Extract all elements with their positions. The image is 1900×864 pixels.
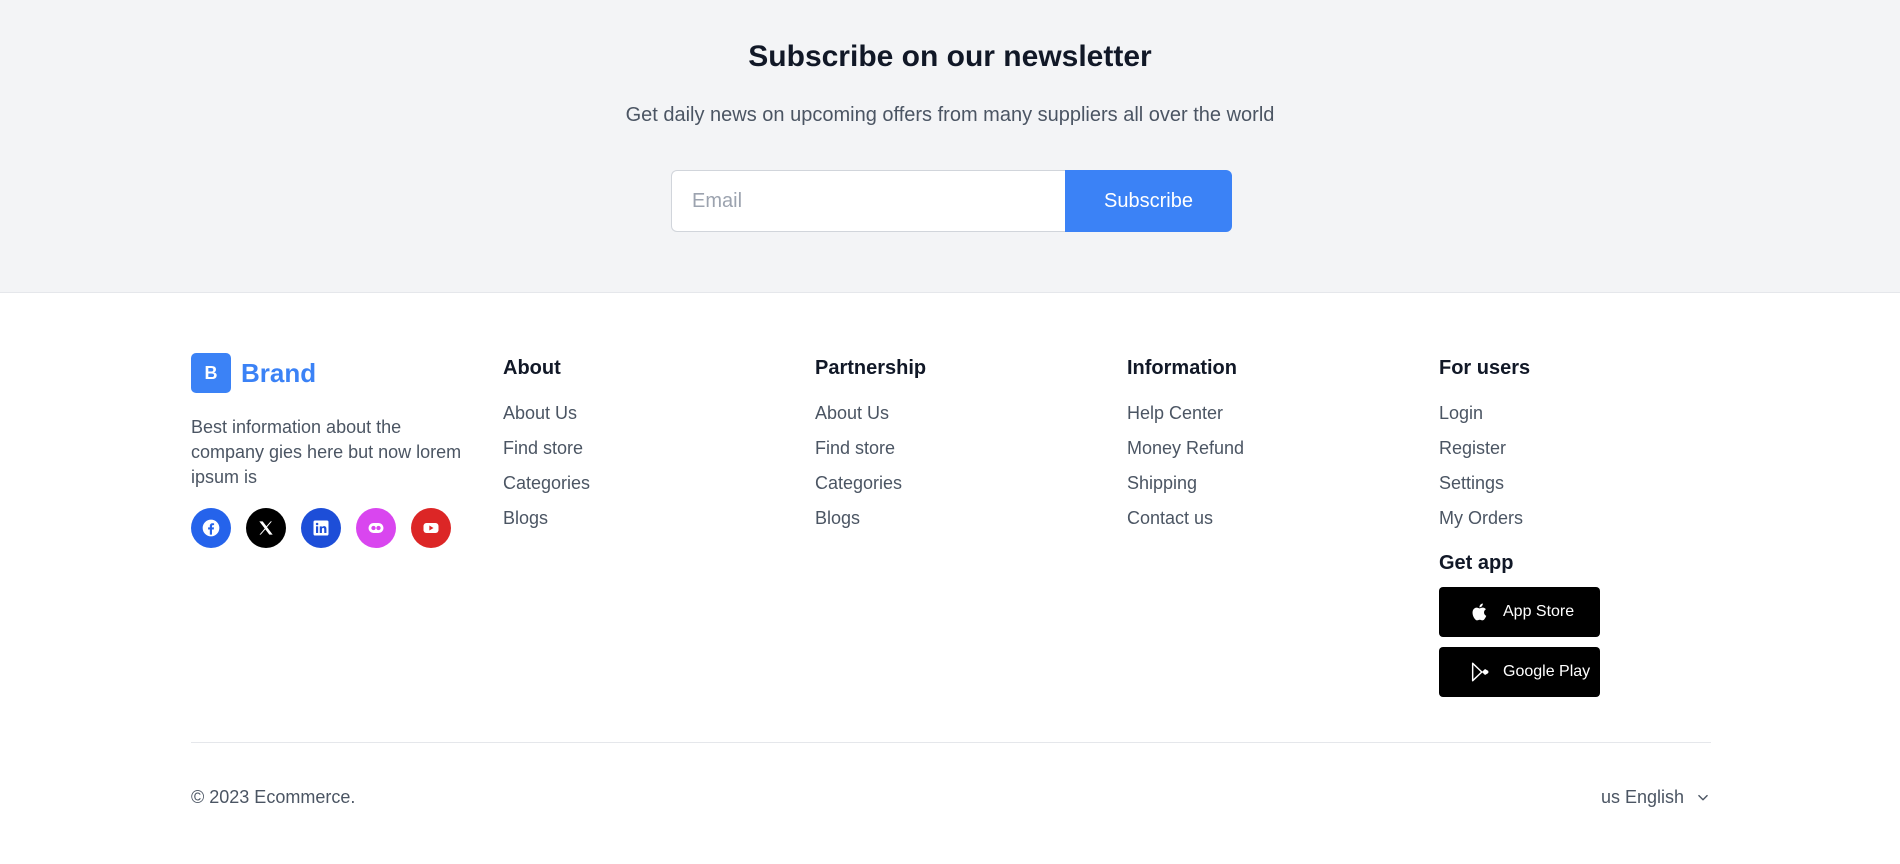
language-selector[interactable]: us English (1601, 787, 1710, 808)
facebook-icon (202, 519, 220, 537)
brand-description: Best information about the company gies … (191, 417, 462, 487)
email-input[interactable] (671, 170, 1065, 232)
youtube-link[interactable] (411, 508, 451, 548)
footer-link[interactable]: Help Center (1127, 402, 1407, 437)
google-play-label: Google Play (1503, 663, 1591, 680)
footer-column-information: Information Help Center Money Refund Shi… (1127, 357, 1407, 542)
apple-icon (1472, 603, 1487, 621)
newsletter-subtitle: Get daily news on upcoming offers from m… (625, 104, 1275, 126)
google-play-icon (1471, 662, 1489, 682)
column-title: Information (1127, 357, 1237, 379)
footer-link[interactable]: Find store (815, 437, 1095, 472)
footer-link[interactable]: Find store (503, 437, 783, 472)
youtube-icon (423, 523, 439, 533)
subscribe-button[interactable]: Subscribe (1065, 170, 1232, 232)
column-title: About (503, 357, 561, 379)
footer-link[interactable]: Login (1439, 402, 1719, 437)
footer-link[interactable]: My Orders (1439, 507, 1719, 542)
brand-logo-link[interactable]: B Brand (191, 353, 471, 393)
footer-link[interactable]: Blogs (503, 507, 783, 542)
copyright-text: © 2023 Ecommerce. (191, 787, 356, 807)
footer-column-for-users: For users Login Register Settings My Ord… (1439, 357, 1719, 697)
linkedin-icon (313, 520, 329, 536)
footer-link[interactable]: Money Refund (1127, 437, 1407, 472)
x-icon (259, 521, 273, 535)
footer-link[interactable]: About Us (503, 402, 783, 437)
google-play-button[interactable]: Google Play (1439, 647, 1600, 697)
footer-divider (191, 742, 1711, 743)
footer-link[interactable]: Contact us (1127, 507, 1407, 542)
brand-column: B Brand Best information about the compa… (191, 353, 471, 548)
footer-column-about: About About Us Find store Categories Blo… (503, 357, 783, 542)
footer-link[interactable]: Blogs (815, 507, 1095, 542)
facebook-link[interactable] (191, 508, 231, 548)
app-store-button[interactable]: App Store (1439, 587, 1600, 637)
footer-link[interactable]: About Us (815, 402, 1095, 437)
brand-name: Brand (241, 357, 317, 388)
column-title: For users (1439, 357, 1531, 379)
x-link[interactable] (246, 508, 286, 548)
get-app-title: Get app (1439, 552, 1514, 574)
chevron-down-icon (1698, 794, 1708, 800)
app-store-label: App Store (1503, 603, 1575, 620)
footer-link[interactable]: Settings (1439, 472, 1719, 507)
footer-column-partnership: Partnership About Us Find store Categori… (815, 357, 1095, 542)
newsletter-section: Subscribe on our newsletter Get daily ne… (0, 0, 1900, 293)
footer-link[interactable]: Register (1439, 437, 1719, 472)
newsletter-form: Subscribe (671, 170, 1232, 232)
newsletter-title: Subscribe on our newsletter (748, 40, 1152, 73)
linkedin-link[interactable] (301, 508, 341, 548)
footer-link[interactable]: Categories (815, 472, 1095, 507)
language-label: us English (1600, 787, 1684, 807)
column-title: Partnership (815, 357, 927, 379)
flickr-icon (368, 523, 384, 533)
footer: B Brand Best information about the compa… (0, 293, 1900, 864)
footer-link[interactable]: Shipping (1127, 472, 1407, 507)
footer-link[interactable]: Categories (503, 472, 783, 507)
brand-logo-icon: B (191, 353, 231, 393)
social-links (191, 508, 471, 548)
flickr-link[interactable] (356, 508, 396, 548)
